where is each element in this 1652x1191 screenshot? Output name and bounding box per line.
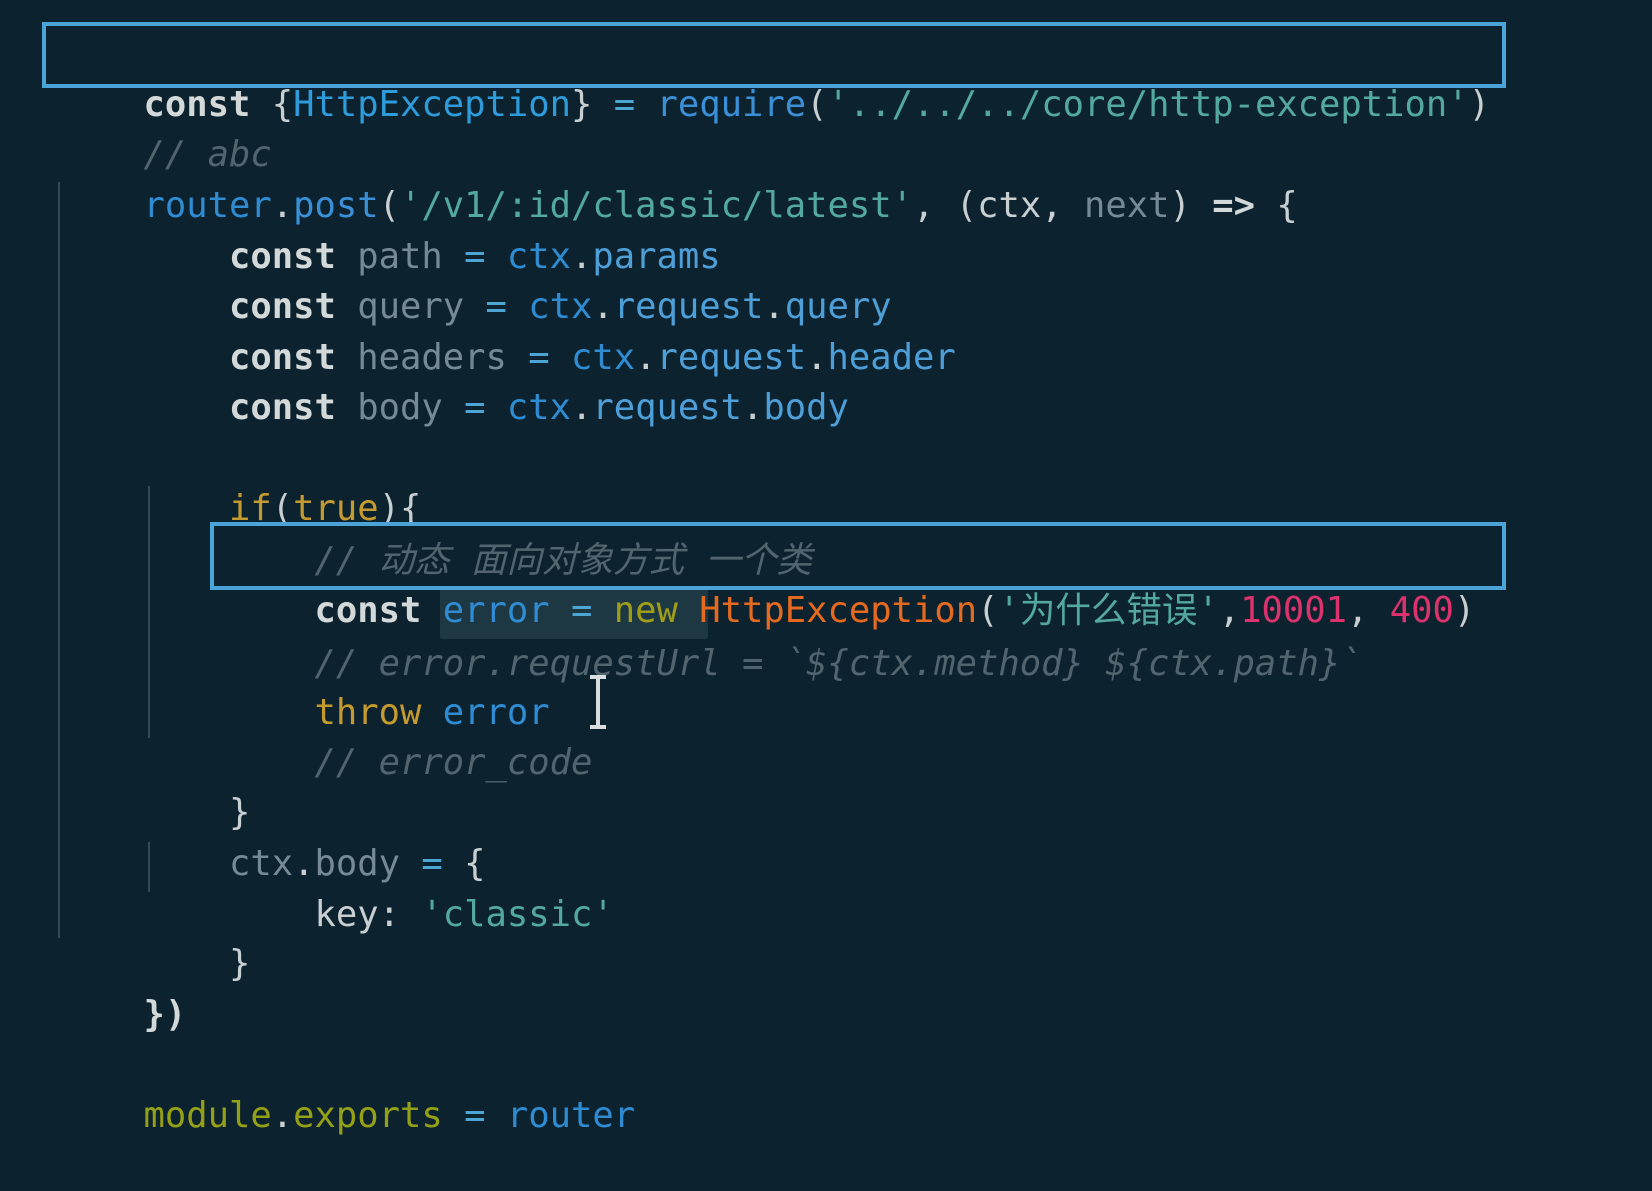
- code-line: // error.requestUrl = `${ctx.method} ${c…: [58, 589, 1361, 684]
- code-token: next: [1083, 185, 1170, 226]
- code-token: }: [570, 84, 593, 125]
- code-line: key: 'classic': [58, 840, 613, 935]
- code-token: HttpException: [293, 84, 571, 125]
- code-token: ctx: [977, 185, 1042, 226]
- code-line: module.exports = router: [58, 1041, 636, 1136]
- highlight-box-import: [42, 22, 1506, 88]
- code-token: 'classic': [421, 894, 614, 935]
- code-token: require: [656, 84, 807, 125]
- code-line: }: [58, 889, 250, 984]
- code-line: }: [58, 738, 250, 833]
- code-line: const headers = ctx.request.header: [58, 283, 956, 378]
- code-token: .: [570, 387, 593, 428]
- code-token: (: [806, 84, 828, 125]
- code-line: // error_code: [58, 688, 592, 783]
- code-token: }): [143, 994, 187, 1035]
- text-cursor-icon: [590, 675, 606, 729]
- code-token: {: [1254, 185, 1298, 226]
- code-token: , (: [912, 185, 978, 226]
- code-token: ctx: [506, 387, 571, 428]
- code-token: =: [592, 84, 657, 125]
- code-token: =>: [1212, 185, 1255, 226]
- code-token: ): [1468, 84, 1491, 125]
- code-token: ,: [1041, 185, 1084, 226]
- code-token: body: [335, 387, 443, 428]
- code-line: throw error: [58, 638, 549, 733]
- code-token: =: [442, 387, 507, 428]
- code-line: const query = ctx.request.query: [58, 232, 892, 327]
- code-token: '../../../core/http-exception': [827, 84, 1469, 125]
- code-token: request: [592, 387, 742, 428]
- code-token: :: [378, 894, 422, 935]
- code-token: 400: [1389, 590, 1454, 631]
- code-line: const body = ctx.request.body: [58, 333, 849, 428]
- code-token: ): [1453, 590, 1476, 631]
- code-line: const path = ctx.params: [58, 182, 721, 277]
- highlight-box-error-line: [210, 522, 1506, 590]
- code-token: ): [1169, 185, 1213, 226]
- code-line: router.post('/v1/:id/classic/latest', (c…: [58, 131, 1298, 226]
- code-line: if(true){: [58, 434, 421, 529]
- code-token: .: [741, 387, 764, 428]
- code-line: ctx.body = {: [58, 789, 486, 884]
- code-token: body: [763, 387, 849, 428]
- code-token: const: [143, 387, 336, 428]
- code-line: }): [58, 940, 187, 1035]
- code-editor[interactable]: const { HttpException} = require('../../.…: [0, 0, 1652, 1136]
